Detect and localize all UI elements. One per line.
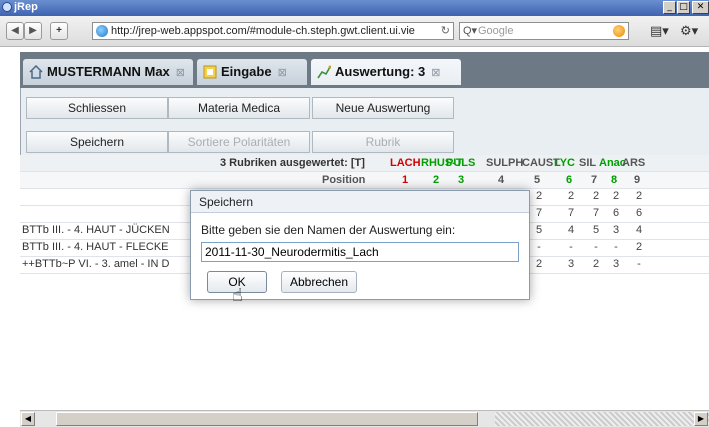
table-cell: 4 — [635, 224, 643, 236]
hand-cursor-icon: ☝ — [232, 285, 243, 306]
new-evaluation-button[interactable]: Neue Auswertung — [312, 97, 454, 119]
scroll-thumb[interactable] — [56, 412, 478, 426]
column-header[interactable]: LYC — [554, 157, 575, 169]
tab-close-icon[interactable]: ⊠ — [176, 67, 185, 79]
tab-eingabe[interactable]: Eingabe ⊠ — [197, 59, 307, 85]
new-tab-icon[interactable]: + — [50, 22, 68, 40]
table-cell: 7 — [535, 207, 543, 219]
input-form-icon — [203, 65, 217, 79]
table-cell: 4 — [567, 224, 575, 236]
table-cell: - — [537, 241, 541, 253]
globe-icon — [96, 25, 108, 37]
table-cell: 2 — [635, 190, 643, 202]
table-cell: 2 — [592, 258, 600, 270]
table-cell: 5 — [592, 224, 600, 236]
column-header[interactable]: PULS — [446, 157, 475, 169]
app-icon — [2, 2, 12, 12]
position-number: 6 — [566, 174, 573, 186]
scroll-right-icon[interactable]: ▶ — [694, 412, 708, 426]
maximize-icon[interactable]: □ — [677, 1, 690, 14]
scroll-track[interactable] — [495, 412, 709, 426]
table-cell: - — [594, 241, 598, 253]
column-header[interactable]: SIL — [579, 157, 596, 169]
save-button[interactable]: Speichern — [26, 131, 168, 153]
table-cell: 3 — [612, 258, 620, 270]
horizontal-scrollbar[interactable]: ◀ ▶ — [20, 410, 709, 427]
tab-close-icon[interactable]: ⊠ — [431, 67, 440, 79]
search-engine-icon: Q▾ — [463, 25, 478, 37]
tab-auswertung-label: Auswertung: 3 — [335, 64, 426, 79]
tab-eingabe-label: Eingabe — [221, 64, 272, 79]
column-header[interactable]: SULPH — [486, 157, 523, 169]
close-icon[interactable]: ✕ — [692, 1, 709, 14]
position-number: 7 — [591, 174, 598, 186]
url-bar[interactable]: http://jrep-web.appspot.com/#module-ch.s… — [92, 22, 454, 40]
reload-icon[interactable]: ↻ — [441, 23, 450, 39]
materia-medica-button[interactable]: Materia Medica — [168, 97, 310, 119]
save-dialog: Speichern Bitte geben sie den Namen der … — [190, 190, 530, 300]
table-cell: 6 — [635, 207, 643, 219]
sort-polarities-button[interactable]: Sortiere Polaritäten — [168, 131, 310, 153]
window-title: jRep — [14, 1, 38, 13]
summary-text: 3 Rubriken ausgewertet: [T] — [220, 157, 365, 169]
url-text: http://jrep-web.appspot.com/#module-ch.s… — [111, 25, 415, 37]
table-cell: 3 — [567, 258, 575, 270]
browser-nav-bar: ◀ ▶ + http://jrep-web.appspot.com/#modul… — [0, 16, 709, 47]
cancel-button[interactable]: Abbrechen — [281, 271, 357, 293]
rubric-button[interactable]: Rubrik — [312, 131, 454, 153]
table-cell: - — [569, 241, 573, 253]
dialog-title: Speichern — [191, 191, 529, 213]
table-cell: 2 — [612, 190, 620, 202]
analysis-chart-icon — [317, 65, 331, 79]
close-button[interactable]: Schliessen — [26, 97, 168, 119]
table-cell: 6 — [612, 207, 620, 219]
table-cell: 3 — [612, 224, 620, 236]
table-position-row: Position 1 2 3 4 5 6 7 8 9 — [20, 172, 709, 189]
position-number: 5 — [534, 174, 541, 186]
tab-patient[interactable]: MUSTERMANN Max ⊠ — [23, 59, 193, 85]
addon-icon[interactable] — [613, 25, 625, 37]
dialog-message: Bitte geben sie den Namen der Auswertung… — [201, 223, 456, 237]
home-icon — [29, 65, 43, 79]
scroll-left-icon[interactable]: ◀ — [21, 412, 35, 426]
app-tab-bar: MUSTERMANN Max ⊠ Eingabe ⊠ Auswertung: 3 ⊠ — [20, 52, 709, 88]
position-number: 1 — [402, 174, 409, 186]
page-menu-icon[interactable]: ▤▾ — [650, 24, 669, 39]
window-title-bar: jRep _ □ ✕ — [0, 0, 709, 16]
table-cell: 2 — [635, 241, 643, 253]
table-cell: - — [614, 241, 618, 253]
table-cell: 7 — [567, 207, 575, 219]
position-number: 4 — [498, 174, 505, 186]
evaluation-name-input[interactable] — [201, 242, 519, 262]
search-placeholder: Google — [478, 25, 514, 37]
column-header[interactable]: ARS — [622, 157, 645, 169]
position-number: 3 — [458, 174, 465, 186]
tab-close-icon[interactable]: ⊠ — [278, 67, 287, 79]
position-label: Position — [322, 174, 366, 186]
table-cell: 2 — [567, 190, 575, 202]
table-cell: 2 — [592, 190, 600, 202]
forward-icon[interactable]: ▶ — [24, 22, 42, 40]
rubric-label[interactable]: BTTb III. - 4. HAUT - JÜCKEN — [22, 224, 170, 236]
settings-gear-icon[interactable]: ⚙▾ — [680, 24, 698, 39]
table-summary-row: 3 Rubriken ausgewertet: [T] LACH RHUS-T PU… — [20, 155, 709, 172]
table-cell: 2 — [535, 190, 543, 202]
table-cell: 2 — [535, 258, 543, 270]
tab-auswertung[interactable]: Auswertung: 3 ⊠ — [311, 59, 461, 85]
search-input[interactable]: Q▾ Google — [459, 22, 629, 40]
position-number: 9 — [634, 174, 641, 186]
tab-patient-label: MUSTERMANN Max — [47, 64, 170, 79]
table-cell: 5 — [535, 224, 543, 236]
table-cell: 7 — [592, 207, 600, 219]
back-icon[interactable]: ◀ — [6, 22, 24, 40]
rubric-label[interactable]: BTTb III. - 4. HAUT - FLECKE — [22, 241, 169, 253]
table-cell: - — [637, 258, 641, 270]
minimize-icon[interactable]: _ — [663, 1, 676, 14]
position-number: 8 — [611, 174, 618, 186]
column-header[interactable]: LACH — [390, 157, 421, 169]
position-number: 2 — [433, 174, 440, 186]
rubric-label[interactable]: ++BTTb~P VI. - 3. amel - IN D — [22, 258, 169, 270]
